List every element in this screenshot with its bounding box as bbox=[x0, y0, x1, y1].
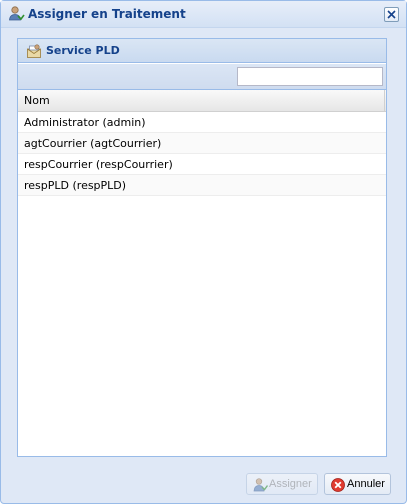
cancel-button[interactable]: Annuler bbox=[324, 473, 391, 495]
panel-header: Service PLD bbox=[18, 39, 386, 63]
cancel-button-label: Annuler bbox=[347, 478, 385, 490]
table-row[interactable]: agtCourrier (agtCourrier) bbox=[18, 133, 386, 154]
grid-column-header: Nom bbox=[18, 90, 386, 112]
user-assign-icon bbox=[252, 477, 269, 493]
close-icon bbox=[387, 10, 396, 19]
assign-button[interactable]: Assigner bbox=[246, 473, 318, 495]
column-header-nom[interactable]: Nom bbox=[18, 90, 385, 112]
assign-button-label: Assigner bbox=[269, 478, 312, 490]
service-panel: Service PLD Nom Administrator (admin) ag… bbox=[17, 38, 387, 457]
table-row[interactable]: Administrator (admin) bbox=[18, 112, 386, 133]
dialog-window: Assigner en Traitement Service PLD Nom A… bbox=[0, 0, 407, 504]
close-button[interactable] bbox=[384, 7, 399, 22]
dialog-titlebar[interactable]: Assigner en Traitement bbox=[1, 1, 406, 28]
dialog-footer: Assigner Annuler bbox=[1, 467, 406, 503]
table-row[interactable]: respPLD (respPLD) bbox=[18, 175, 386, 196]
search-input[interactable] bbox=[237, 67, 383, 86]
user-assign-icon bbox=[7, 5, 25, 23]
user-list: Administrator (admin) agtCourrier (agtCo… bbox=[18, 112, 386, 196]
cancel-icon bbox=[330, 477, 346, 493]
panel-title: Service PLD bbox=[46, 44, 120, 57]
grid-toolbar bbox=[18, 64, 386, 90]
dialog-title: Assigner en Traitement bbox=[28, 7, 186, 21]
table-row[interactable]: respCourrier (respCourrier) bbox=[18, 154, 386, 175]
service-icon bbox=[26, 43, 42, 59]
